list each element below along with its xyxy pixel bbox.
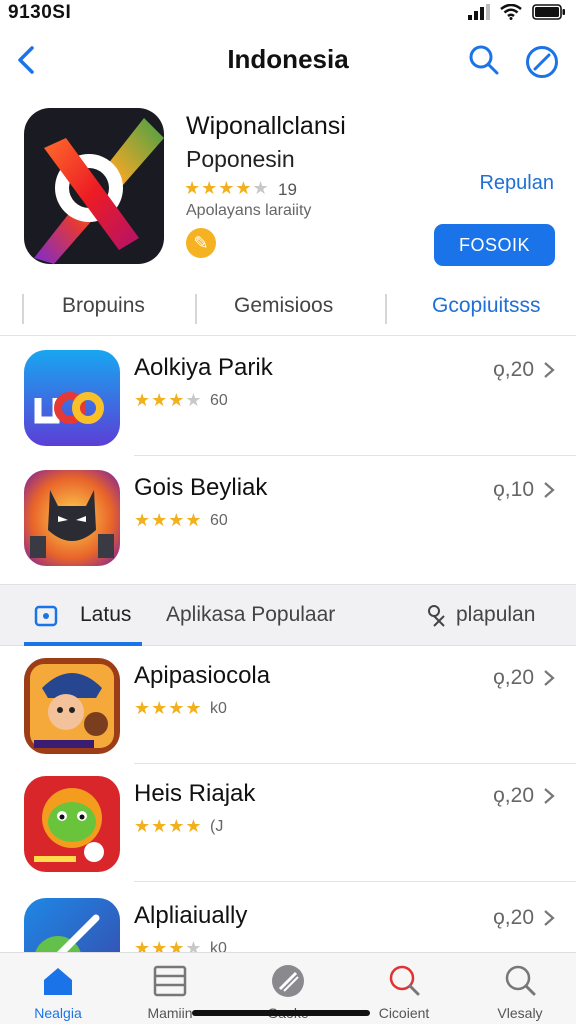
award-badge-icon: ✎	[186, 228, 216, 258]
segmented-control: Bropuins Gemisioos Gcopiuitsss	[0, 286, 576, 336]
star-rating: ★★★★★	[184, 178, 270, 198]
signal-icon	[468, 4, 490, 20]
compass-icon[interactable]	[524, 44, 560, 80]
sparkle-icon	[428, 605, 445, 627]
app-icon	[24, 350, 120, 446]
featured-link[interactable]: Repulan	[479, 172, 554, 195]
app-icon	[24, 776, 120, 872]
segment-3[interactable]: Gcopiuitsss	[432, 294, 541, 318]
get-button[interactable]: FOSOIK	[434, 224, 555, 266]
app-name: Apipasiocola	[134, 662, 271, 689]
divider	[195, 294, 197, 324]
bag-icon	[34, 605, 58, 627]
battery-icon	[532, 4, 565, 20]
star-rating: ★★★★	[134, 816, 203, 836]
star-rating: ★★★★	[134, 510, 203, 530]
featured-app-name: Wiponal​lclansi	[186, 112, 346, 140]
star-rating: ★★★★	[134, 698, 203, 718]
tab-plapulan[interactable]: plapulan	[456, 603, 535, 627]
search-icon[interactable]	[466, 42, 502, 78]
home-icon	[44, 968, 72, 995]
featured-app-subtitle: Poponesin	[186, 146, 295, 172]
segment-2[interactable]: Gemisioos	[234, 294, 333, 318]
rating-count: k0	[210, 700, 227, 717]
app-price: ǫ,20	[493, 358, 534, 381]
tab-updates[interactable]: Vlesaly	[472, 953, 568, 1024]
app-name: Heis Riajak	[134, 780, 256, 807]
wifi-icon	[500, 4, 522, 20]
list-icon	[153, 965, 187, 997]
chevron-right-icon	[544, 788, 555, 804]
star-rating: ★★★★	[134, 390, 203, 410]
status-icons	[468, 4, 566, 20]
chevron-right-icon	[544, 670, 555, 686]
tab-label: Cicoient	[378, 1005, 430, 1021]
tab-search[interactable]: Cicoient	[356, 953, 452, 1024]
featured-app: Wiponal​lclansi Poponesin ★★★★★ 19 Apola…	[0, 104, 576, 274]
app-price: ǫ,10	[493, 478, 534, 501]
chevron-right-icon	[544, 482, 555, 498]
tab-home[interactable]: Nealgia	[10, 953, 106, 1024]
chevron-right-icon	[544, 362, 555, 378]
compass-icon	[272, 965, 304, 997]
rating-count: (J	[210, 818, 224, 835]
app-name: Alpliaiually	[134, 902, 248, 929]
app-icon	[24, 470, 120, 566]
divider	[22, 294, 24, 324]
app-name: Aolkiya Parik	[134, 354, 273, 381]
navigation-bar: Indonesia	[0, 36, 576, 84]
status-time: 9130SI	[8, 2, 72, 23]
home-indicator	[192, 1010, 370, 1016]
category-tab-bar: Latus Aplikasa Populaar plapulan	[0, 584, 576, 646]
list-item[interactable]: Gois Beyliak ★★★★ 60 ǫ,10	[0, 456, 576, 576]
status-bar: 9130SI	[0, 0, 576, 28]
rating-count: 60	[210, 392, 228, 409]
tab-latus[interactable]: Latus	[80, 603, 131, 627]
featured-app-description: Apolayans laraiity	[186, 202, 312, 219]
rating-count: 60	[210, 512, 228, 529]
rating-count: 19	[278, 180, 297, 199]
featured-app-icon[interactable]	[24, 108, 164, 264]
search-icon	[505, 965, 536, 996]
segment-1[interactable]: Bropuins	[62, 294, 145, 318]
list-item[interactable]: Aolkiya Parik ★★★★ 60 ǫ,20	[0, 336, 576, 456]
tab-label: Nealgia	[34, 1005, 82, 1021]
list-item[interactable]: Apipasiocola ★★★★ k0 ǫ,20	[0, 644, 576, 764]
tab-aplikasa-populaar[interactable]: Aplikasa Populaar	[166, 603, 335, 627]
app-price: ǫ,20	[493, 666, 534, 689]
app-name: Gois Beyliak	[134, 474, 268, 501]
app-price: ǫ,20	[493, 784, 534, 807]
divider	[385, 294, 387, 324]
search-icon	[389, 965, 420, 996]
divider	[134, 881, 576, 882]
app-price: ǫ,20	[493, 906, 534, 929]
app-icon	[24, 658, 120, 754]
list-item[interactable]: Heis Riajak ★★★★ (J ǫ,20	[0, 762, 576, 882]
tab-label: Vlesaly	[497, 1005, 543, 1021]
chevron-right-icon	[544, 910, 555, 926]
